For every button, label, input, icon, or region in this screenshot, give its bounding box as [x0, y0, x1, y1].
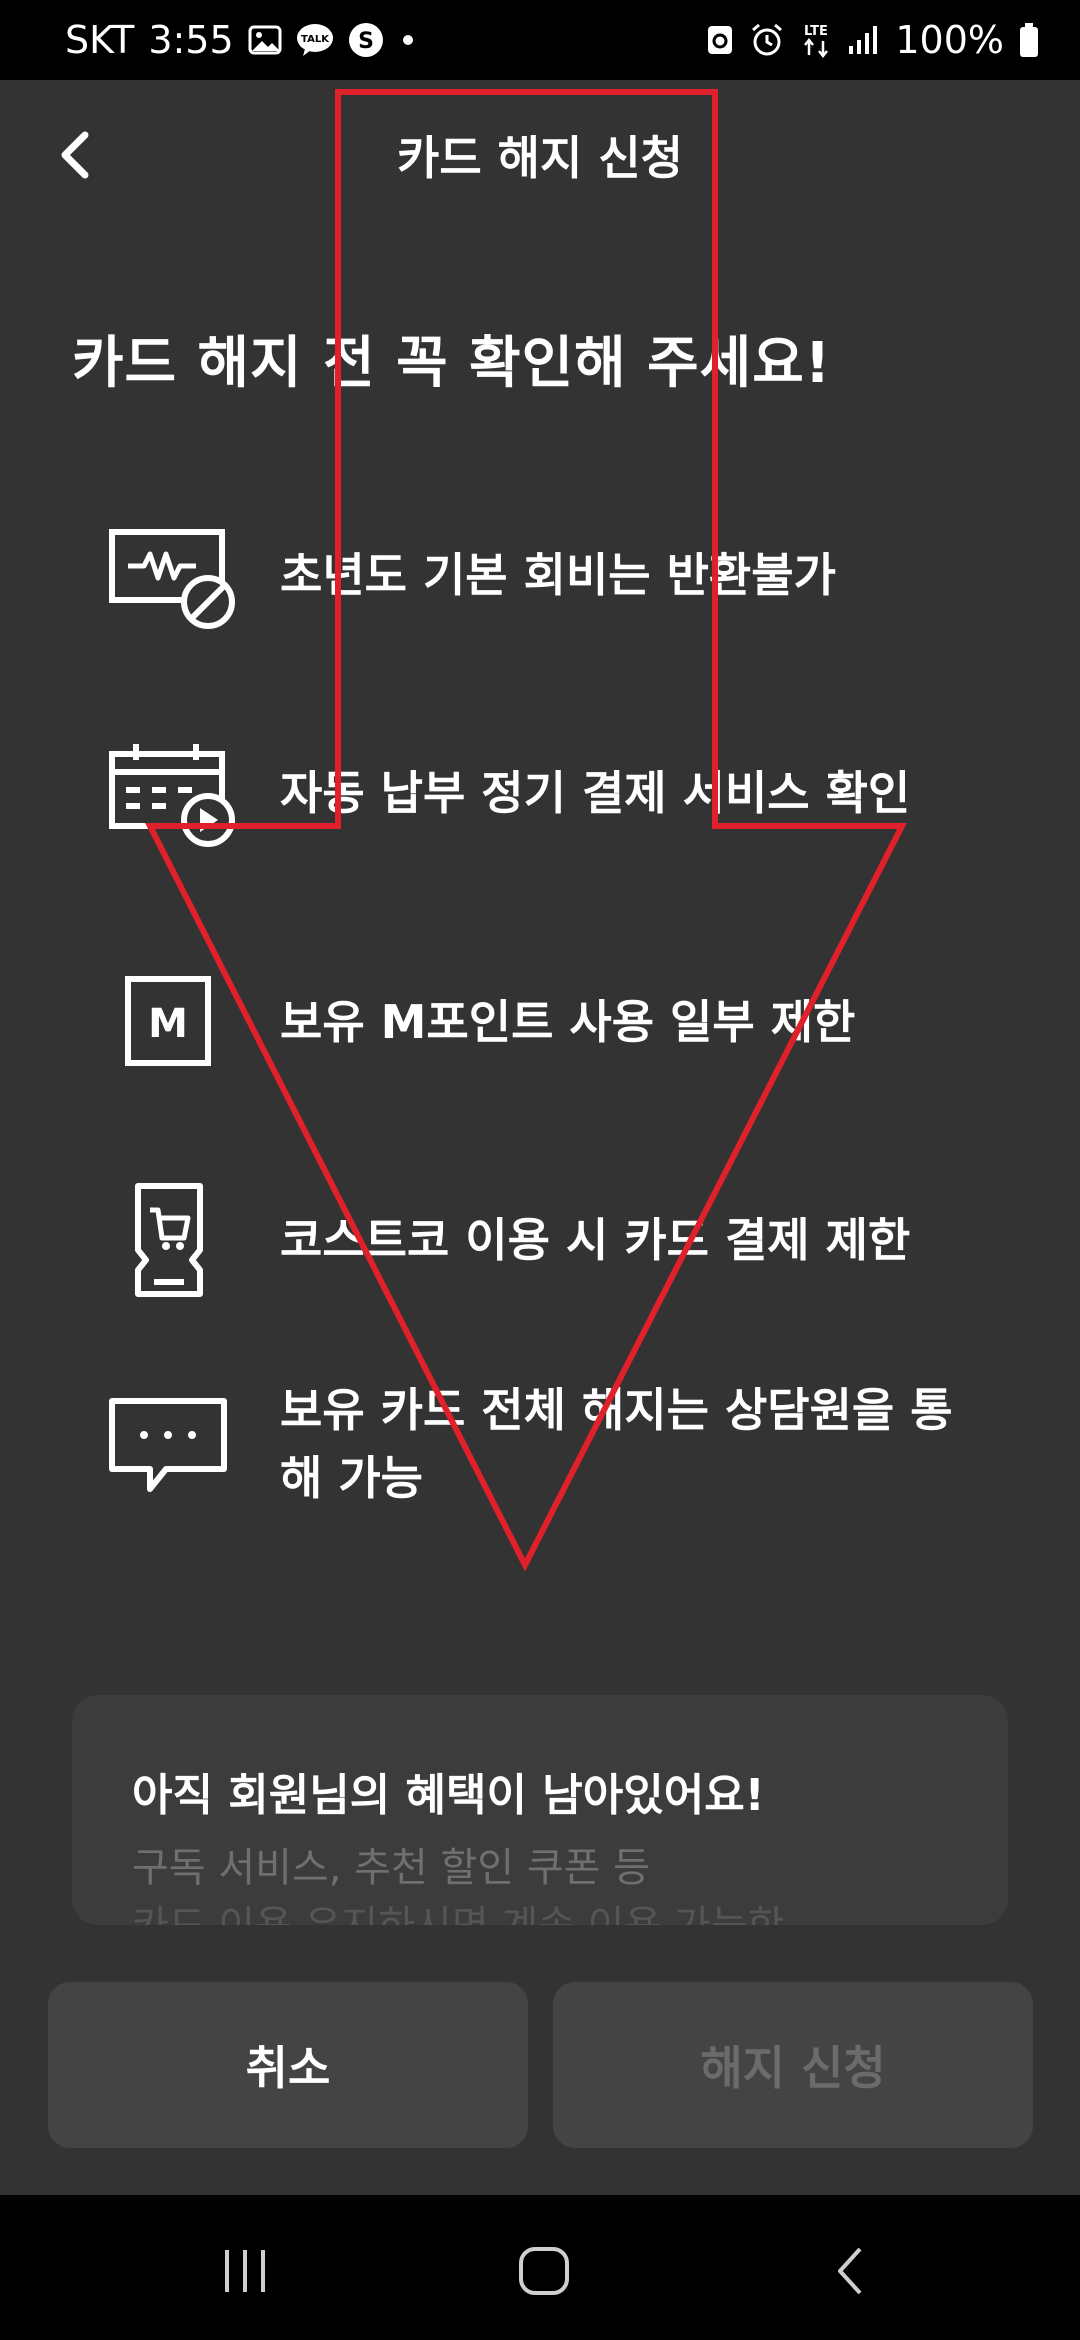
svg-text:S: S [358, 29, 374, 54]
status-left: SKT 3:55 TALK S [65, 18, 418, 62]
recycle-icon [705, 23, 735, 57]
costco-cart-icon [100, 1180, 240, 1300]
headline: 카드 해지 전 꼭 확인해 주세요! [72, 331, 832, 396]
alarm-icon [749, 22, 785, 58]
s-app-icon: S [348, 22, 384, 58]
carrier-label: SKT [65, 18, 135, 62]
lte-icon: LTE [799, 21, 833, 59]
notice-text-line-2: 해 가능 [280, 1451, 423, 1505]
home-button[interactable] [500, 2231, 590, 2311]
navigation-bar [0, 2195, 1080, 2340]
chat-bubble-icon [100, 1384, 240, 1504]
notice-item-auto-payment: 자동 납부 정기 결제 서비스 확인 [100, 733, 1000, 853]
m-point-icon: M [100, 962, 240, 1082]
notice-item-costco: 코스트코 이용 시 카드 결제 제한 [100, 1180, 1000, 1300]
page-title: 카드 해지 신청 [397, 131, 683, 185]
notification-dot-icon [398, 30, 418, 50]
benefit-card: 아직 회원님의 혜택이 남아있어요! 구독 서비스, 추천 할인 쿠폰 등 카드… [72, 1695, 1008, 1925]
status-bar: SKT 3:55 TALK S LTE 100% [0, 0, 1080, 80]
no-refund-icon [100, 515, 240, 635]
notice-text: 보유 카드 전체 해지는 상담원을 통 해 가능 [280, 1376, 953, 1512]
battery-icon [1018, 22, 1040, 58]
benefit-title: 아직 회원님의 혜택이 남아있어요! [132, 1770, 765, 1821]
cancel-button[interactable]: 취소 [48, 1982, 528, 2148]
recent-apps-button[interactable] [200, 2231, 290, 2311]
terminate-apply-button[interactable]: 해지 신청 [553, 1982, 1033, 2148]
notice-item-m-point: M 보유 M포인트 사용 일부 제한 [100, 962, 1000, 1082]
clock: 3:55 [148, 18, 234, 62]
notice-item-counselor: 보유 카드 전체 해지는 상담원을 통 해 가능 [100, 1376, 1000, 1512]
calendar-payment-icon [100, 733, 240, 853]
app-bar: 카드 해지 신청 [0, 80, 1080, 230]
nav-back-button[interactable] [805, 2231, 895, 2311]
notice-text: 보유 M포인트 사용 일부 제한 [280, 995, 856, 1049]
signal-icon [847, 24, 881, 56]
status-right: LTE 100% [705, 18, 1040, 62]
m-point-letter: M [148, 1001, 188, 1047]
benefit-line-2: 카드 이용 유지하시면 계속 이용 가능한 [132, 1893, 784, 1925]
notice-text: 코스트코 이용 시 카드 결제 제한 [280, 1213, 911, 1267]
notice-text: 초년도 기본 회비는 반환불가 [280, 548, 836, 602]
network-label: LTE [804, 24, 828, 39]
battery-percent: 100% [895, 18, 1004, 62]
benefit-line-1: 구독 서비스, 추천 할인 쿠폰 등 [132, 1845, 650, 1891]
home-icon [519, 2247, 569, 2295]
nav-back-icon [838, 2247, 862, 2295]
gallery-icon [248, 25, 282, 55]
notice-text: 자동 납부 정기 결제 서비스 확인 [280, 766, 911, 820]
notice-text-line-1: 보유 카드 전체 해지는 상담원을 통 [280, 1383, 953, 1437]
recent-apps-icon [225, 2250, 265, 2292]
notice-item-no-refund: 초년도 기본 회비는 반환불가 [100, 515, 1000, 635]
talk-badge-label: TALK [301, 34, 330, 45]
kakaotalk-icon: TALK [296, 23, 334, 57]
